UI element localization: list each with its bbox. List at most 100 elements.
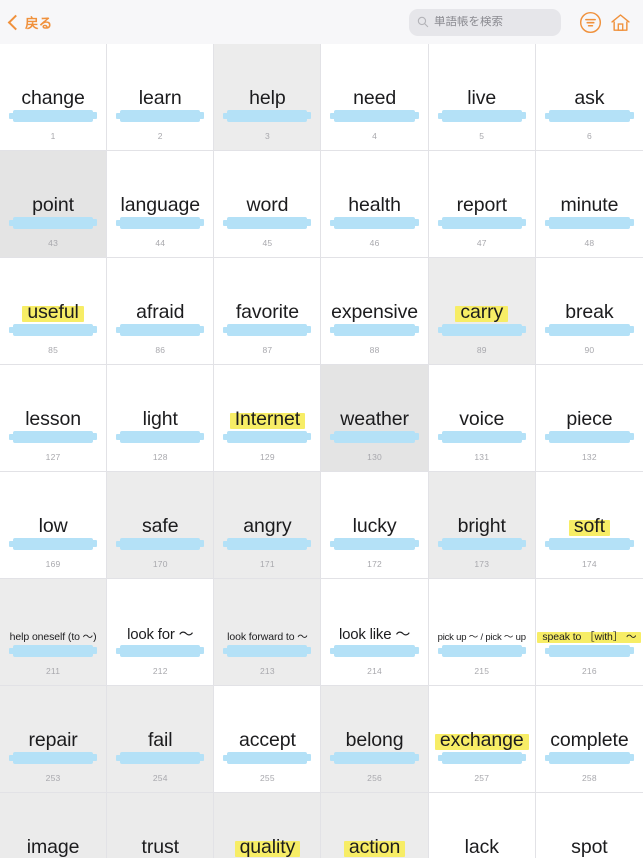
word-cell[interactable]: voice 131 [428,365,536,472]
word-cell[interactable]: action [321,793,429,858]
word-box: weather [323,395,425,431]
word-box: carry [431,288,533,324]
word-number: 86 [155,345,166,355]
word-cell[interactable]: Internet 129 [214,365,322,472]
blue-marker-bar [8,324,98,336]
word-cell[interactable]: exchange 257 [428,686,536,793]
word-cell[interactable]: report 47 [428,151,536,258]
word-wrapper: lesson [23,407,83,431]
word-wrapper: piece [564,407,614,431]
word-number: 127 [45,452,61,462]
word-cell[interactable]: look like ～ 214 [321,579,429,686]
word-wrapper: voice [457,407,506,431]
word-cell[interactable]: bright 173 [428,472,536,579]
word-text: trust [141,836,180,858]
word-cell[interactable]: piece 132 [535,365,643,472]
blue-marker-bar [437,217,527,229]
word-cell[interactable]: quality [214,793,322,858]
blue-marker-bar [330,752,419,764]
word-cell[interactable]: pick up ～ / pick ～ up 215 [428,579,536,686]
word-cell[interactable]: spot [535,793,643,858]
word-cell[interactable]: look forward to ～ 213 [214,579,322,686]
word-cell[interactable]: lucky 172 [321,472,429,579]
word-wrapper: angry [241,514,293,538]
search-input[interactable] [434,16,553,28]
word-box: pick up ～ / pick ～ up [431,609,533,645]
word-text: health [348,194,401,216]
word-text: accept [238,729,296,751]
word-cell[interactable]: break 90 [535,258,643,365]
word-cell[interactable]: word 45 [214,151,322,258]
word-cell[interactable]: lack [428,793,536,858]
word-wrapper: accept [237,728,298,752]
word-yellow-marker: action [343,835,406,858]
filter-circle-icon[interactable] [578,10,603,35]
word-box: image [2,823,104,858]
word-cell[interactable]: expensive 88 [321,258,429,365]
word-wrapper: safe [140,514,180,538]
word-cell[interactable]: ask 6 [535,44,643,151]
word-cell[interactable]: low 169 [0,472,108,579]
word-cell[interactable]: repair 253 [0,686,108,793]
word-cell[interactable]: lesson 127 [0,365,108,472]
word-yellow-marker: quality [234,835,300,858]
word-cell[interactable]: trust [107,793,215,858]
word-cell[interactable]: light 128 [107,365,215,472]
word-cell[interactable]: minute 48 [535,151,643,258]
word-cell[interactable]: safe 170 [107,472,215,579]
word-cell[interactable]: soft 174 [535,472,643,579]
word-cell[interactable]: help oneself (to ～) 211 [0,579,108,686]
word-text: safe [142,515,179,537]
word-cell[interactable]: point 43 [0,151,108,258]
word-cell[interactable]: favorite 87 [214,258,322,365]
word-box: break [538,288,641,324]
word-cell[interactable]: carry 89 [428,258,536,365]
word-wrapper: look for ～ [125,625,195,645]
word-wrapper: favorite [234,300,301,324]
word-wrapper: ask [572,86,606,110]
word-cell[interactable]: fail 254 [107,686,215,793]
word-cell[interactable]: help 3 [214,44,322,151]
word-wrapper: look like ～ [337,625,412,645]
word-cell[interactable]: need 4 [321,44,429,151]
word-box: ask [538,74,641,110]
word-text: afraid [136,301,185,323]
word-cell[interactable]: live 5 [428,44,536,151]
word-wrapper: light [141,407,180,431]
word-text: carry [460,301,504,323]
word-cell[interactable]: change 1 [0,44,108,151]
word-box: live [431,74,533,110]
word-text: minute [560,194,619,216]
word-cell[interactable]: speak to ［with］ ～ 216 [535,579,643,686]
blue-marker-bar [437,752,527,764]
word-cell[interactable]: belong 256 [321,686,429,793]
search-field[interactable] [409,8,561,36]
blue-marker-bar [330,217,419,229]
word-number: 1 [50,131,56,141]
word-number: 212 [152,666,168,676]
word-wrapper: complete [548,728,630,752]
word-box: need [323,74,425,110]
word-number: 43 [48,238,58,248]
back-button[interactable]: 戻る [6,9,57,35]
word-cell[interactable]: useful 85 [0,258,108,365]
blue-marker-bar [116,538,205,550]
word-cell[interactable]: language 44 [107,151,215,258]
word-box: lucky [323,502,425,538]
word-cell[interactable]: accept 255 [214,686,322,793]
word-cell[interactable]: weather 130 [321,365,429,472]
word-text: lesson [25,408,81,430]
word-number: 255 [260,773,275,783]
word-wrapper: fail [146,728,175,752]
word-cell[interactable]: learn 2 [107,44,215,151]
blue-marker-bar [330,538,419,550]
word-cell[interactable]: look for ～ 212 [107,579,215,686]
word-box: belong [323,716,425,752]
word-cell[interactable]: image [0,793,108,858]
home-icon[interactable] [608,10,633,35]
blue-marker-bar [330,645,419,657]
word-cell[interactable]: complete 258 [535,686,643,793]
word-cell[interactable]: afraid 86 [107,258,215,365]
word-cell[interactable]: angry 171 [214,472,322,579]
word-cell[interactable]: health 46 [321,151,429,258]
